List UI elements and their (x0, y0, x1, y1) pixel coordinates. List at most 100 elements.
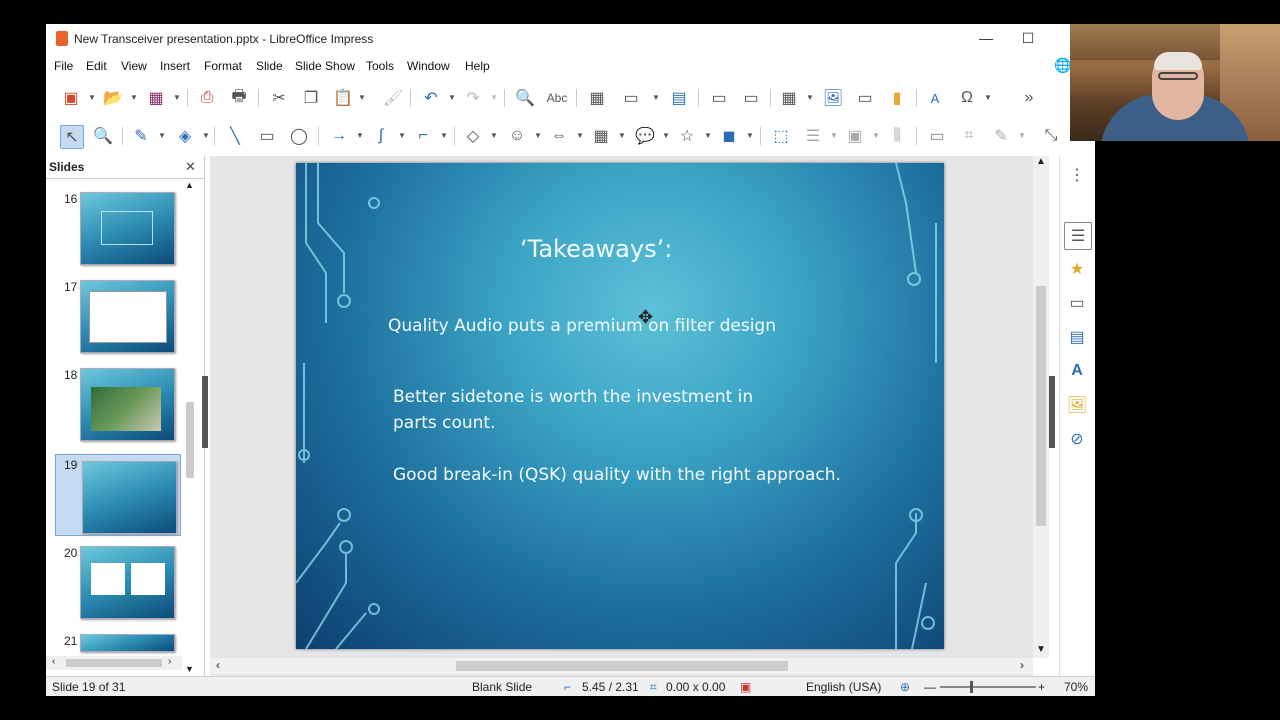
symbol-shapes-icon[interactable]: ☺ (506, 125, 528, 147)
zoom-icon[interactable]: 🔍 (92, 125, 114, 147)
flowchart-icon[interactable]: ▦ (590, 125, 612, 147)
zoom-in-icon[interactable]: + (1038, 680, 1045, 694)
sidebar-menu-icon[interactable]: ⋮ (1064, 162, 1090, 188)
slide-line-2b[interactable]: parts count. (393, 413, 496, 433)
menu-insert[interactable]: Insert (160, 59, 190, 73)
dropdown-arrow-icon[interactable]: ▼ (984, 93, 992, 102)
spellcheck-icon[interactable]: Abc (546, 87, 568, 109)
display-views-icon[interactable]: ▭ (620, 87, 642, 109)
fill-color-icon[interactable]: ◈ (174, 125, 196, 147)
navigator-icon[interactable]: ⊘ (1064, 426, 1090, 452)
dropdown-arrow-icon[interactable]: ▼ (158, 131, 166, 140)
media-icon[interactable]: ▭ (854, 87, 876, 109)
scroll-left-icon[interactable]: ‹ (216, 658, 220, 672)
rectangle-icon[interactable]: ▭ (256, 125, 278, 147)
menu-view[interactable]: View (121, 59, 147, 73)
maximize-icon[interactable]: ☐ (1020, 30, 1036, 46)
menu-slide-show[interactable]: Slide Show (295, 59, 355, 73)
undo-icon[interactable]: ↶ (420, 87, 442, 109)
table-icon[interactable]: ▦ (778, 87, 800, 109)
shadow-icon[interactable]: ▭ (926, 125, 948, 147)
dropdown-arrow-icon[interactable]: ▼ (173, 93, 181, 102)
canvas-horizontal-scrollbar[interactable]: ‹ › (210, 658, 1033, 674)
sidebar-collapse-handle[interactable] (1049, 376, 1055, 448)
pdf-icon[interactable]: ⎙ (196, 87, 218, 109)
scroll-up-icon[interactable]: ▲ (185, 180, 194, 190)
line-icon[interactable]: ╲ (224, 125, 246, 147)
layout-name[interactable]: Blank Slide (472, 680, 532, 694)
dropdown-arrow-icon[interactable]: ▼ (746, 131, 754, 140)
scroll-right-icon[interactable]: › (168, 656, 171, 667)
slide-line-2a[interactable]: Better sidetone is worth the investment … (393, 387, 753, 407)
scrollbar-thumb[interactable] (186, 402, 194, 478)
slide-title[interactable]: ‘Takeaways’: (520, 235, 672, 263)
line-color-icon[interactable]: ✎ (130, 125, 152, 147)
menu-help[interactable]: Help (465, 59, 490, 73)
zoom-level[interactable]: 70% (1064, 680, 1088, 694)
callout-icon[interactable]: 💬 (634, 125, 656, 147)
textbox-icon[interactable]: A (924, 87, 946, 109)
menu-slide[interactable]: Slide (256, 59, 283, 73)
slide-canvas[interactable]: ‘Takeaways’: Quality Audio puts a premiu… (210, 156, 1033, 676)
fit-slide-icon[interactable]: ⊕ (900, 680, 910, 694)
dropdown-arrow-icon[interactable]: ▼ (576, 131, 584, 140)
menu-format[interactable]: Format (204, 59, 242, 73)
block-arrows-icon[interactable]: ⇔ (548, 125, 570, 147)
more-tools-icon[interactable]: » (1018, 87, 1040, 109)
paste-icon[interactable]: 📋 (332, 87, 354, 109)
menu-edit[interactable]: Edit (86, 59, 107, 73)
scroll-right-icon[interactable]: › (1020, 658, 1024, 672)
close-icon[interactable]: ✕ (185, 159, 196, 175)
scrollbar-thumb[interactable] (456, 661, 788, 671)
minimize-icon[interactable]: — (978, 30, 994, 46)
zoom-slider-thumb[interactable] (970, 681, 973, 693)
cut-icon[interactable]: ✂ (268, 87, 290, 109)
image-icon[interactable]: 🖼 (822, 87, 844, 109)
find-icon[interactable]: 🔍 (514, 87, 536, 109)
align-icon[interactable]: ☰ (802, 125, 824, 147)
slide-19[interactable]: ‘Takeaways’: Quality Audio puts a premiu… (296, 163, 944, 649)
points-icon[interactable]: ⤡ (1040, 125, 1062, 147)
dropdown-arrow-icon[interactable]: ▼ (662, 131, 670, 140)
panel-collapse-handle[interactable] (202, 376, 208, 448)
dropdown-arrow-icon[interactable]: ▼ (88, 93, 96, 102)
slide-transition-icon[interactable]: ★ (1064, 256, 1090, 282)
dropdown-arrow-icon[interactable]: ▼ (490, 131, 498, 140)
select-icon[interactable]: ↖ (60, 125, 84, 149)
dropdown-arrow-icon[interactable]: ▼ (358, 93, 366, 102)
redo-icon[interactable]: ↷ (462, 87, 484, 109)
dropdown-arrow-icon[interactable]: ▼ (652, 93, 660, 102)
dropdown-arrow-icon[interactable]: ▼ (440, 131, 448, 140)
curve-icon[interactable]: ∫ (370, 125, 392, 147)
scroll-up-icon[interactable]: ▲ (1036, 156, 1046, 167)
transformations-icon[interactable]: ⬚ (770, 125, 792, 147)
dropdown-arrow-icon[interactable]: ▼ (202, 131, 210, 140)
clone-icon[interactable]: 🖌 (382, 87, 404, 109)
slides-panel-scrollbar[interactable]: ▲ ▼ (184, 180, 196, 674)
print-icon[interactable]: 🖶 (228, 87, 250, 109)
open-icon[interactable]: 📂 (102, 87, 124, 109)
slides-panel-hscroll[interactable]: ‹ › (46, 656, 182, 670)
language[interactable]: English (USA) (806, 680, 881, 694)
dropdown-arrow-icon[interactable]: ▼ (356, 131, 364, 140)
distribute-icon[interactable]: ⫼ (886, 125, 908, 147)
menu-file[interactable]: File (54, 59, 73, 73)
animation-icon[interactable]: ▭ (1064, 290, 1090, 316)
master-icon[interactable]: ▤ (668, 87, 690, 109)
globe-icon[interactable]: 🌐 (1054, 57, 1071, 74)
dropdown-arrow-icon[interactable]: ▼ (534, 131, 542, 140)
dropdown-arrow-icon[interactable]: ▼ (398, 131, 406, 140)
dropdown-arrow-icon[interactable]: ▼ (872, 131, 880, 140)
save-icon[interactable]: ▦ (145, 87, 167, 109)
document-modified-icon[interactable]: ▣ (740, 680, 751, 694)
grid-icon[interactable]: ▦ (586, 87, 608, 109)
start-current-icon[interactable]: ▭ (740, 87, 762, 109)
zoom-slider[interactable] (940, 686, 1036, 688)
dropdown-arrow-icon[interactable]: ▼ (618, 131, 626, 140)
dropdown-arrow-icon[interactable]: ▼ (490, 93, 498, 102)
scrollbar-thumb[interactable] (1036, 286, 1046, 526)
menu-tools[interactable]: Tools (366, 59, 394, 73)
slide-line-1[interactable]: Quality Audio puts a premium on filter d… (388, 316, 776, 336)
arrange-icon[interactable]: ▣ (844, 125, 866, 147)
ellipse-icon[interactable]: ◯ (288, 125, 310, 147)
